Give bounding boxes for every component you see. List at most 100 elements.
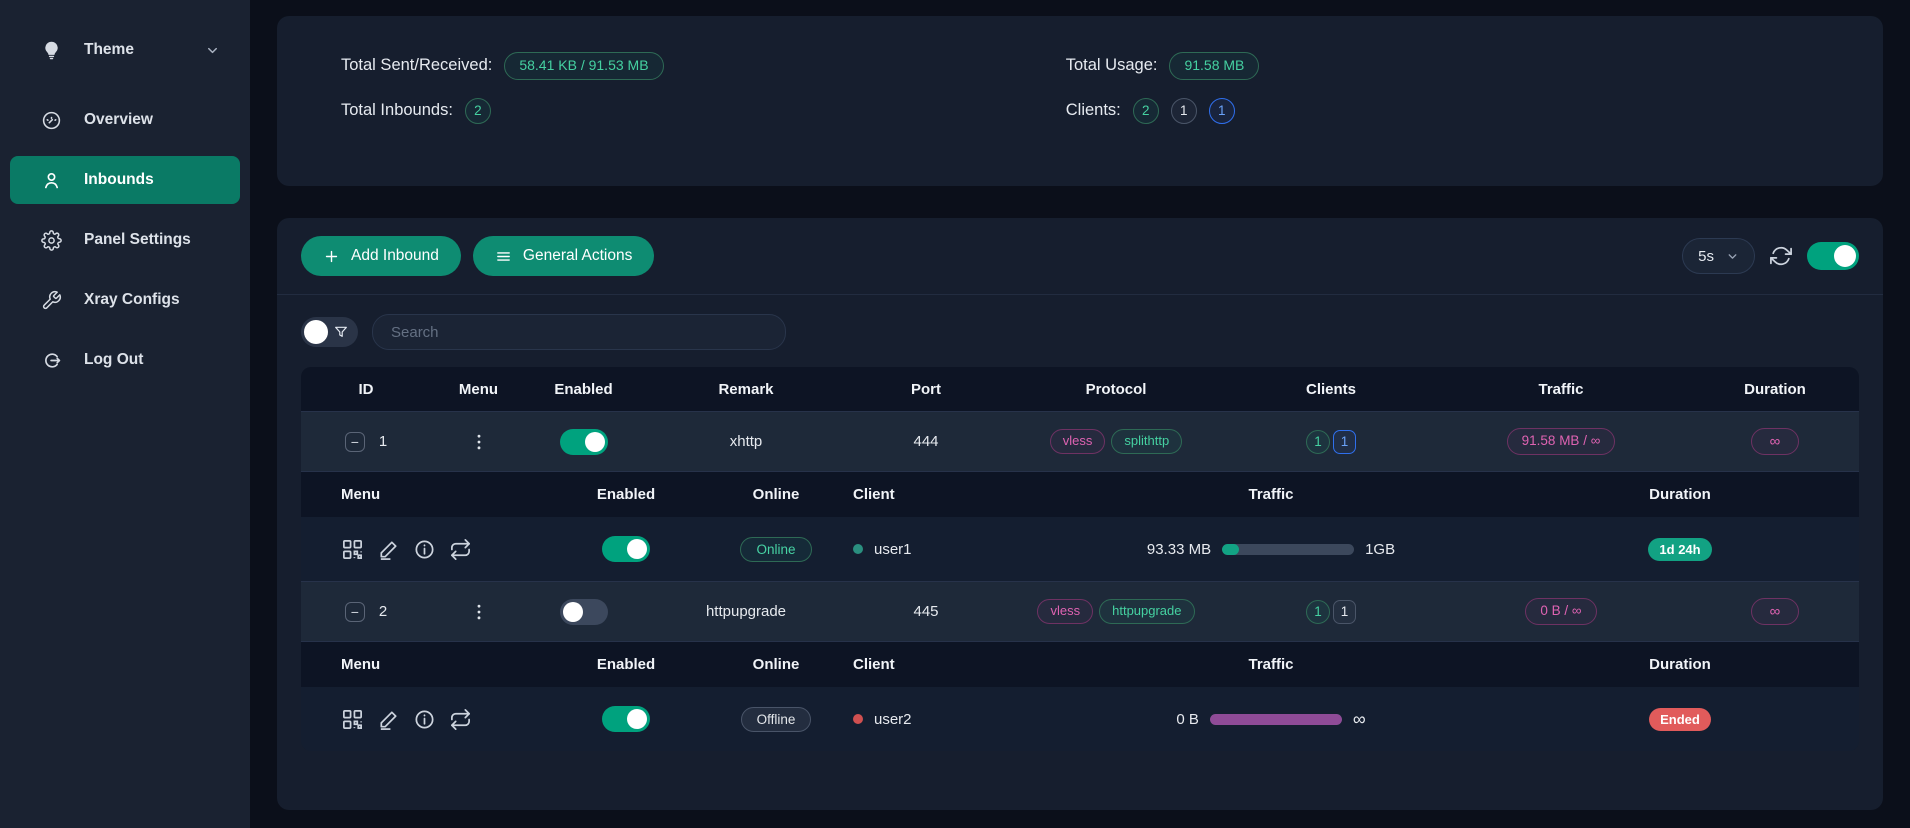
traffic-used: 93.33 MB xyxy=(1147,541,1211,558)
gear-icon xyxy=(40,229,62,251)
sidebar-item-log-out[interactable]: Log Out xyxy=(10,336,240,384)
vertical-dots-icon xyxy=(469,602,489,622)
app-root: Theme Overview Inbounds Panel Settings xyxy=(0,0,1910,828)
refresh-icon[interactable] xyxy=(1770,245,1792,267)
toolbar-right: 5s xyxy=(1682,238,1859,274)
total-inbounds-badge: 2 xyxy=(465,98,491,124)
sub-header-duration: Duration xyxy=(1501,486,1859,503)
stat-total-inbounds: Total Inbounds: 2 xyxy=(341,98,1066,124)
edit-icon[interactable] xyxy=(377,538,400,561)
clients-deactive-badge: 1 xyxy=(1171,98,1197,124)
clients-label: Clients: xyxy=(1066,101,1121,120)
header-clients: Clients xyxy=(1231,381,1431,398)
stats-left-column: Total Sent/Received: 58.41 KB / 91.53 MB… xyxy=(341,52,1066,186)
collapse-button[interactable]: − xyxy=(345,432,365,452)
duration-badge: ∞ xyxy=(1751,598,1800,625)
client-duration-badge: 1d 24h xyxy=(1648,538,1711,561)
gauge-icon xyxy=(40,109,62,131)
client-name: user1 xyxy=(874,541,912,558)
traffic-badge: 0 B / ∞ xyxy=(1525,598,1596,625)
inbounds-label: Inbounds xyxy=(84,171,154,189)
clients-online-badge: 1 xyxy=(1209,98,1235,124)
add-inbound-button[interactable]: Add Inbound xyxy=(301,236,461,276)
clients-total-badge: 2 xyxy=(1133,98,1159,124)
main-content: Total Sent/Received: 58.41 KB / 91.53 MB… xyxy=(250,0,1910,828)
general-actions-button[interactable]: General Actions xyxy=(473,236,654,276)
client-row-user1: Online user1 93.33 MB 1GB 1d 24h xyxy=(301,517,1859,581)
qr-code-icon[interactable] xyxy=(341,708,364,731)
client-dot-icon xyxy=(853,714,863,724)
inbound-enabled-toggle[interactable] xyxy=(560,429,608,455)
sub-header-online: Online xyxy=(711,486,841,503)
inbound-id: 1 xyxy=(379,433,387,450)
edit-icon[interactable] xyxy=(377,708,400,731)
refresh-interval-select[interactable]: 5s xyxy=(1682,238,1755,274)
inbound-enabled-toggle[interactable] xyxy=(560,599,608,625)
sidebar-item-overview[interactable]: Overview xyxy=(10,96,240,144)
info-icon[interactable] xyxy=(413,708,436,731)
plus-icon xyxy=(323,248,340,265)
reset-traffic-icon[interactable] xyxy=(449,538,472,561)
total-usage-label: Total Usage: xyxy=(1066,56,1158,75)
sidebar: Theme Overview Inbounds Panel Settings xyxy=(0,0,250,828)
stat-sent-received: Total Sent/Received: 58.41 KB / 91.53 MB xyxy=(341,52,1066,80)
transport-badge: httpupgrade xyxy=(1099,599,1194,623)
clients-offline-count-badge: 1 xyxy=(1333,600,1356,624)
traffic-total: 1GB xyxy=(1365,541,1395,558)
filter-toggle[interactable] xyxy=(301,317,358,347)
client-enabled-toggle[interactable] xyxy=(602,706,650,732)
sidebar-item-inbounds[interactable]: Inbounds xyxy=(10,156,240,204)
client-table-header-2: Menu Enabled Online Client Traffic Durat… xyxy=(301,641,1859,687)
qr-code-icon[interactable] xyxy=(341,538,364,561)
theme-label: Theme xyxy=(84,41,134,59)
traffic-badge: 91.58 MB / ∞ xyxy=(1507,428,1616,455)
client-dot-icon xyxy=(853,544,863,554)
sidebar-item-xray-configs[interactable]: Xray Configs xyxy=(10,276,240,324)
stats-card: Total Sent/Received: 58.41 KB / 91.53 MB… xyxy=(277,16,1883,186)
protocol-badge: vless xyxy=(1037,599,1093,623)
header-protocol: Protocol xyxy=(1001,381,1231,398)
person-icon xyxy=(40,169,62,191)
row-menu-button[interactable] xyxy=(469,602,489,622)
sub-header-client: Client xyxy=(841,486,1041,503)
sub-header-enabled: Enabled xyxy=(541,656,711,673)
total-inbounds-label: Total Inbounds: xyxy=(341,101,453,120)
client-duration-badge: Ended xyxy=(1649,708,1711,731)
inbound-row-2: − 2 httpupgrade 445 vless httpupgrade xyxy=(301,581,1859,641)
duration-badge: ∞ xyxy=(1751,428,1800,455)
inbounds-table: ID Menu Enabled Remark Port Protocol Cli… xyxy=(301,367,1859,751)
inbound-port: 444 xyxy=(851,433,1001,450)
total-usage-badge: 91.58 MB xyxy=(1169,52,1259,80)
traffic-progress-bar xyxy=(1222,544,1354,555)
vertical-dots-icon xyxy=(469,432,489,452)
header-enabled: Enabled xyxy=(526,381,641,398)
traffic-total: ∞ xyxy=(1353,709,1366,730)
client-enabled-toggle[interactable] xyxy=(602,536,650,562)
sub-header-client: Client xyxy=(841,656,1041,673)
row-menu-button[interactable] xyxy=(469,432,489,452)
client-name: user2 xyxy=(874,711,912,728)
sub-header-traffic: Traffic xyxy=(1041,486,1501,503)
xray-configs-label: Xray Configs xyxy=(84,291,180,309)
collapse-button[interactable]: − xyxy=(345,602,365,622)
search-input[interactable] xyxy=(372,314,786,350)
protocol-badge: vless xyxy=(1050,429,1106,453)
header-port: Port xyxy=(851,381,1001,398)
info-icon[interactable] xyxy=(413,538,436,561)
header-remark: Remark xyxy=(641,381,851,398)
sent-received-label: Total Sent/Received: xyxy=(341,56,492,75)
inbound-remark: httpupgrade xyxy=(641,603,851,620)
funnel-icon xyxy=(333,324,349,340)
auto-refresh-toggle[interactable] xyxy=(1807,242,1859,270)
clients-count-badge: 1 xyxy=(1306,600,1330,624)
header-menu: Menu xyxy=(431,381,526,398)
header-traffic: Traffic xyxy=(1431,381,1691,398)
sidebar-item-panel-settings[interactable]: Panel Settings xyxy=(10,216,240,264)
reset-traffic-icon[interactable] xyxy=(449,708,472,731)
clients-count-badge: 1 xyxy=(1306,430,1330,454)
header-duration: Duration xyxy=(1691,381,1859,398)
sidebar-item-theme[interactable]: Theme xyxy=(10,26,240,74)
inbound-remark: xhttp xyxy=(641,433,851,450)
filter-toggle-knob xyxy=(304,320,328,344)
log-out-label: Log Out xyxy=(84,351,143,369)
